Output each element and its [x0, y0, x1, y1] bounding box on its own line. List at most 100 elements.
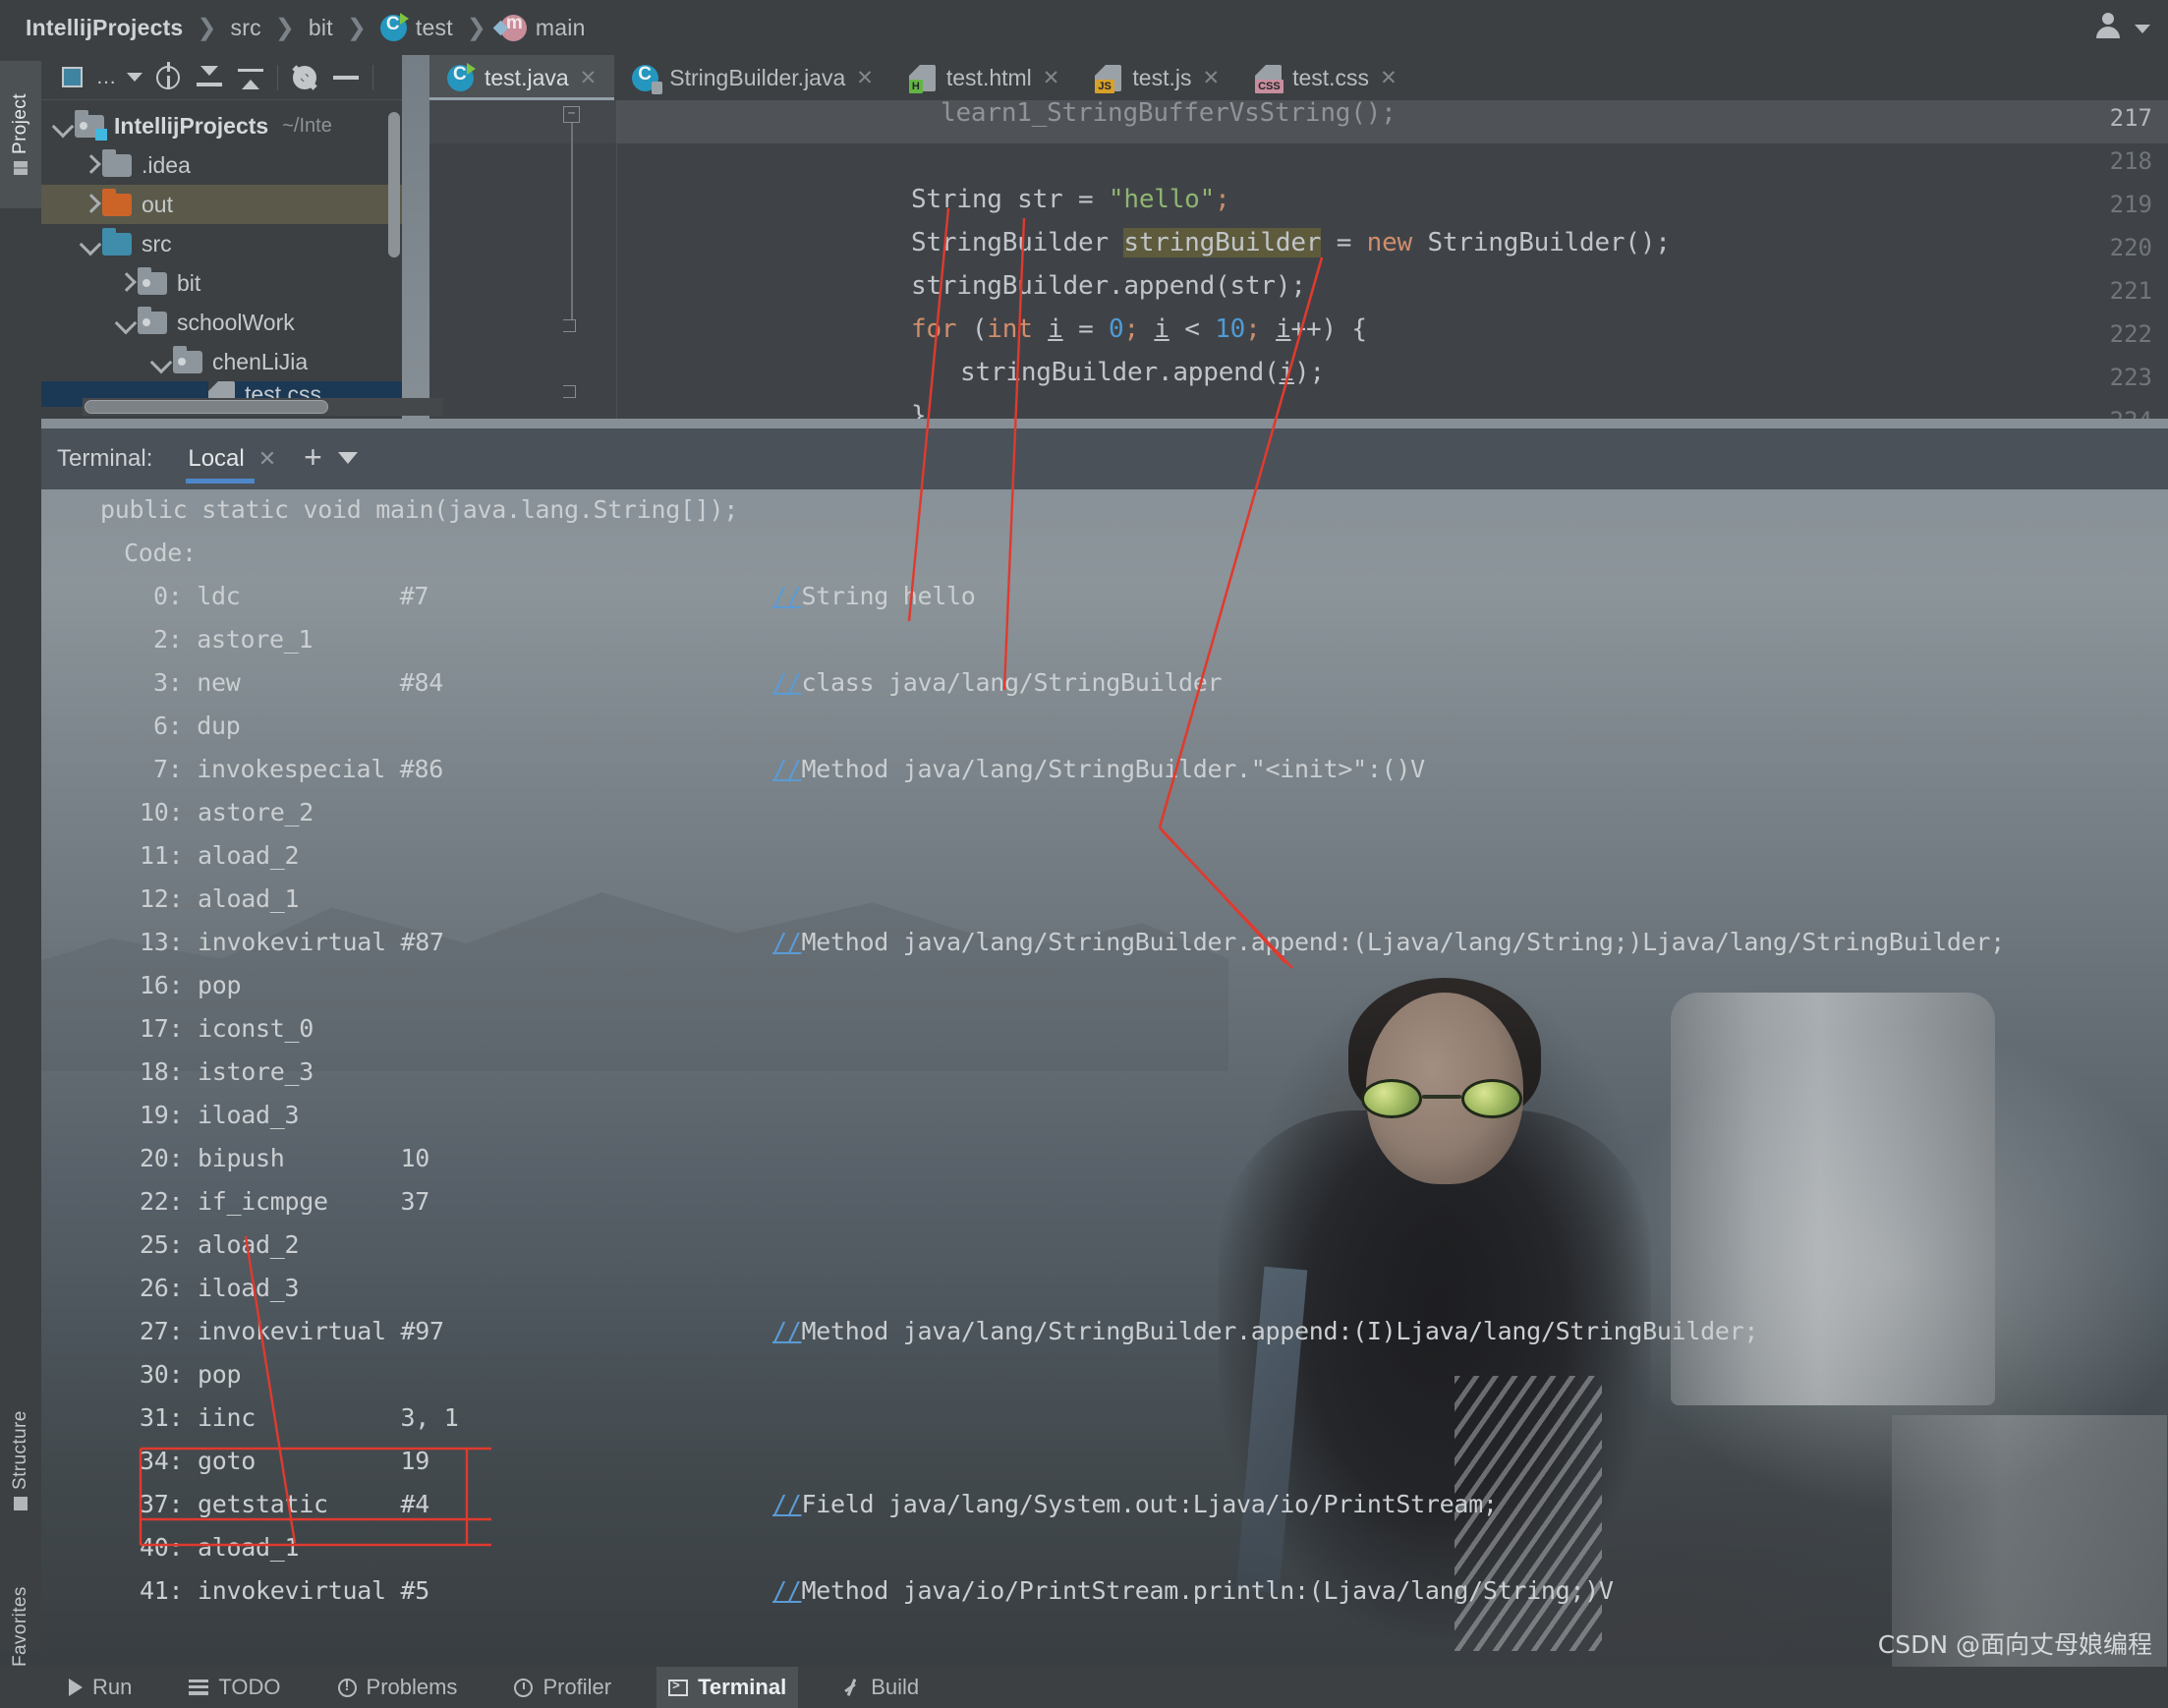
tab-stringbuilder-java[interactable]: StringBuilder.java ✕: [614, 55, 891, 100]
package-icon: [138, 266, 167, 295]
settings-gear-icon[interactable]: [284, 55, 325, 100]
tree-item-label: chenLiJia: [212, 348, 309, 374]
tree-item-out[interactable]: out: [41, 185, 402, 224]
terminal-line: 17: iconst_0: [140, 1014, 314, 1043]
editor-gutter[interactable]: [429, 100, 616, 419]
expand-all-icon[interactable]: [230, 55, 271, 100]
tree-item-idea[interactable]: .idea: [41, 145, 402, 185]
tree-item-label: bit: [177, 269, 201, 296]
rail-button-project[interactable]: Project: [0, 61, 41, 208]
close-icon[interactable]: ✕: [580, 66, 598, 90]
tree-item-src[interactable]: src: [41, 224, 402, 263]
close-icon[interactable]: ✕: [856, 66, 874, 90]
statusbar-item-run[interactable]: Run: [57, 1667, 143, 1708]
fold-collapse-icon[interactable]: −: [563, 106, 580, 123]
terminal-line: 30: pop: [140, 1360, 242, 1389]
twisty-closed-icon[interactable]: [77, 152, 102, 178]
tab-label: test.java: [485, 64, 569, 90]
line-number: 217: [2109, 104, 2152, 132]
twisty-closed-icon[interactable]: [112, 270, 138, 296]
twisty-closed-icon[interactable]: [77, 192, 102, 217]
project-horizontal-scrollbar[interactable]: [85, 400, 328, 414]
close-icon[interactable]: ✕: [1380, 66, 1398, 90]
collapse-all-icon[interactable]: [189, 55, 230, 100]
tree-item-schoolwork[interactable]: schoolWork: [41, 303, 402, 342]
tree-item-chenlijia[interactable]: chenLiJia: [41, 342, 402, 381]
chevron-down-icon[interactable]: [122, 55, 147, 100]
rail-label-project: Project: [10, 93, 30, 155]
comment-link-icon[interactable]: //: [772, 1490, 802, 1518]
toolbar-divider: [372, 64, 373, 90]
bottom-status-bar: Run TODO Problems Profiler Terminal Buil…: [0, 1667, 2168, 1708]
folder-orange-icon: [102, 188, 132, 216]
comment-link-icon[interactable]: //: [772, 928, 802, 956]
close-icon[interactable]: ✕: [1202, 66, 1220, 90]
close-icon[interactable]: ✕: [258, 446, 276, 472]
comment-link-icon[interactable]: //: [772, 582, 802, 610]
tab-badge-label: JS: [1095, 79, 1114, 93]
left-tool-rail: Project Structure ★ Favorites: [0, 55, 41, 1696]
close-icon[interactable]: ✕: [1043, 66, 1060, 90]
breadcrumb-item-src[interactable]: src: [231, 15, 261, 41]
breadcrumb-item-project[interactable]: IntellijProjects: [26, 15, 183, 41]
plus-icon[interactable]: +: [304, 439, 322, 476]
tree-item-path: ~/Inte: [282, 114, 332, 137]
tab-test-js[interactable]: JS test.js ✕: [1077, 55, 1237, 100]
twisty-open-icon[interactable]: [147, 349, 173, 374]
breadcrumb-separator-icon: ❯: [197, 14, 217, 41]
tab-test-html[interactable]: H test.html ✕: [891, 55, 1078, 100]
gutter-separator: [616, 100, 617, 419]
terminal-line: 3: new #84: [153, 668, 444, 697]
package-icon: [173, 345, 202, 373]
tab-test-css[interactable]: CSS test.css ✕: [1237, 55, 1415, 100]
comment-link-icon[interactable]: //: [772, 1576, 802, 1605]
locate-file-icon[interactable]: [147, 55, 189, 100]
twisty-open-icon[interactable]: [49, 113, 75, 139]
fold-marker-icon[interactable]: [563, 319, 577, 333]
statusbar-item-todo[interactable]: TODO: [177, 1667, 292, 1708]
breadcrumb-item-bit[interactable]: bit: [309, 15, 333, 41]
statusbar-item-problems[interactable]: Problems: [326, 1667, 470, 1708]
statusbar-item-build[interactable]: Build: [831, 1667, 931, 1708]
terminal-line: 12: aload_1: [140, 884, 300, 913]
chevron-down-icon[interactable]: [337, 452, 358, 464]
tree-item-intellijprojects[interactable]: IntellijProjects ~/Inte: [41, 106, 402, 145]
project-vertical-scrollbar[interactable]: [388, 112, 400, 257]
line-number: 219: [2109, 191, 2152, 218]
project-scope-icon[interactable]: [51, 55, 92, 100]
tree-item-bit[interactable]: bit: [41, 263, 402, 303]
rail-button-structure[interactable]: Structure: [0, 1382, 41, 1539]
tab-test-java[interactable]: test.java ✕: [429, 55, 615, 100]
breadcrumb-item-main[interactable]: main: [536, 15, 586, 41]
terminal-icon: [668, 1678, 689, 1696]
terminal-tool-window-header: Terminal: Local ✕ +: [41, 428, 2168, 489]
statusbar-item-profiler[interactable]: Profiler: [502, 1667, 623, 1708]
hide-panel-icon[interactable]: [325, 55, 367, 100]
comment-link-icon[interactable]: //: [772, 1317, 802, 1345]
fold-marker-end-icon[interactable]: [563, 385, 577, 399]
statusbar-label: Build: [871, 1675, 920, 1699]
user-account-icon[interactable]: [2093, 12, 2123, 41]
more-dots-icon[interactable]: …: [92, 55, 122, 100]
comment-link-icon[interactable]: //: [772, 755, 802, 783]
chevron-down-icon[interactable]: [2135, 24, 2150, 33]
line-number: 224: [2110, 407, 2152, 419]
terminal-line: 40: aload_1: [140, 1533, 300, 1562]
breadcrumb-item-test[interactable]: test: [416, 15, 453, 41]
comment-link-icon[interactable]: //: [772, 668, 802, 697]
terminal-line: 0: ldc #7: [153, 582, 429, 610]
terminal-comment: //Method java/lang/StringBuilder."<init>…: [772, 755, 1425, 783]
code-line-223: stringBuilder.append(i);: [960, 358, 1325, 387]
twisty-open-icon[interactable]: [77, 231, 102, 256]
tree-item-label: .idea: [142, 151, 191, 178]
java-class-icon: [447, 62, 476, 91]
line-number: 222: [2109, 320, 2152, 348]
twisty-open-icon[interactable]: [112, 310, 138, 335]
terminal-line: 13: invokevirtual #87: [140, 928, 444, 956]
terminal-output[interactable]: public static void main(java.lang.String…: [41, 489, 2168, 1667]
statusbar-label: Problems: [366, 1675, 458, 1699]
code-editor[interactable]: 217 218 219 220 221 222 223 224 − learn1…: [429, 100, 2168, 419]
statusbar-item-terminal[interactable]: Terminal: [656, 1667, 799, 1708]
breadcrumb-separator-icon: ❯: [346, 14, 367, 41]
terminal-tab-local[interactable]: Local ✕: [174, 428, 290, 489]
